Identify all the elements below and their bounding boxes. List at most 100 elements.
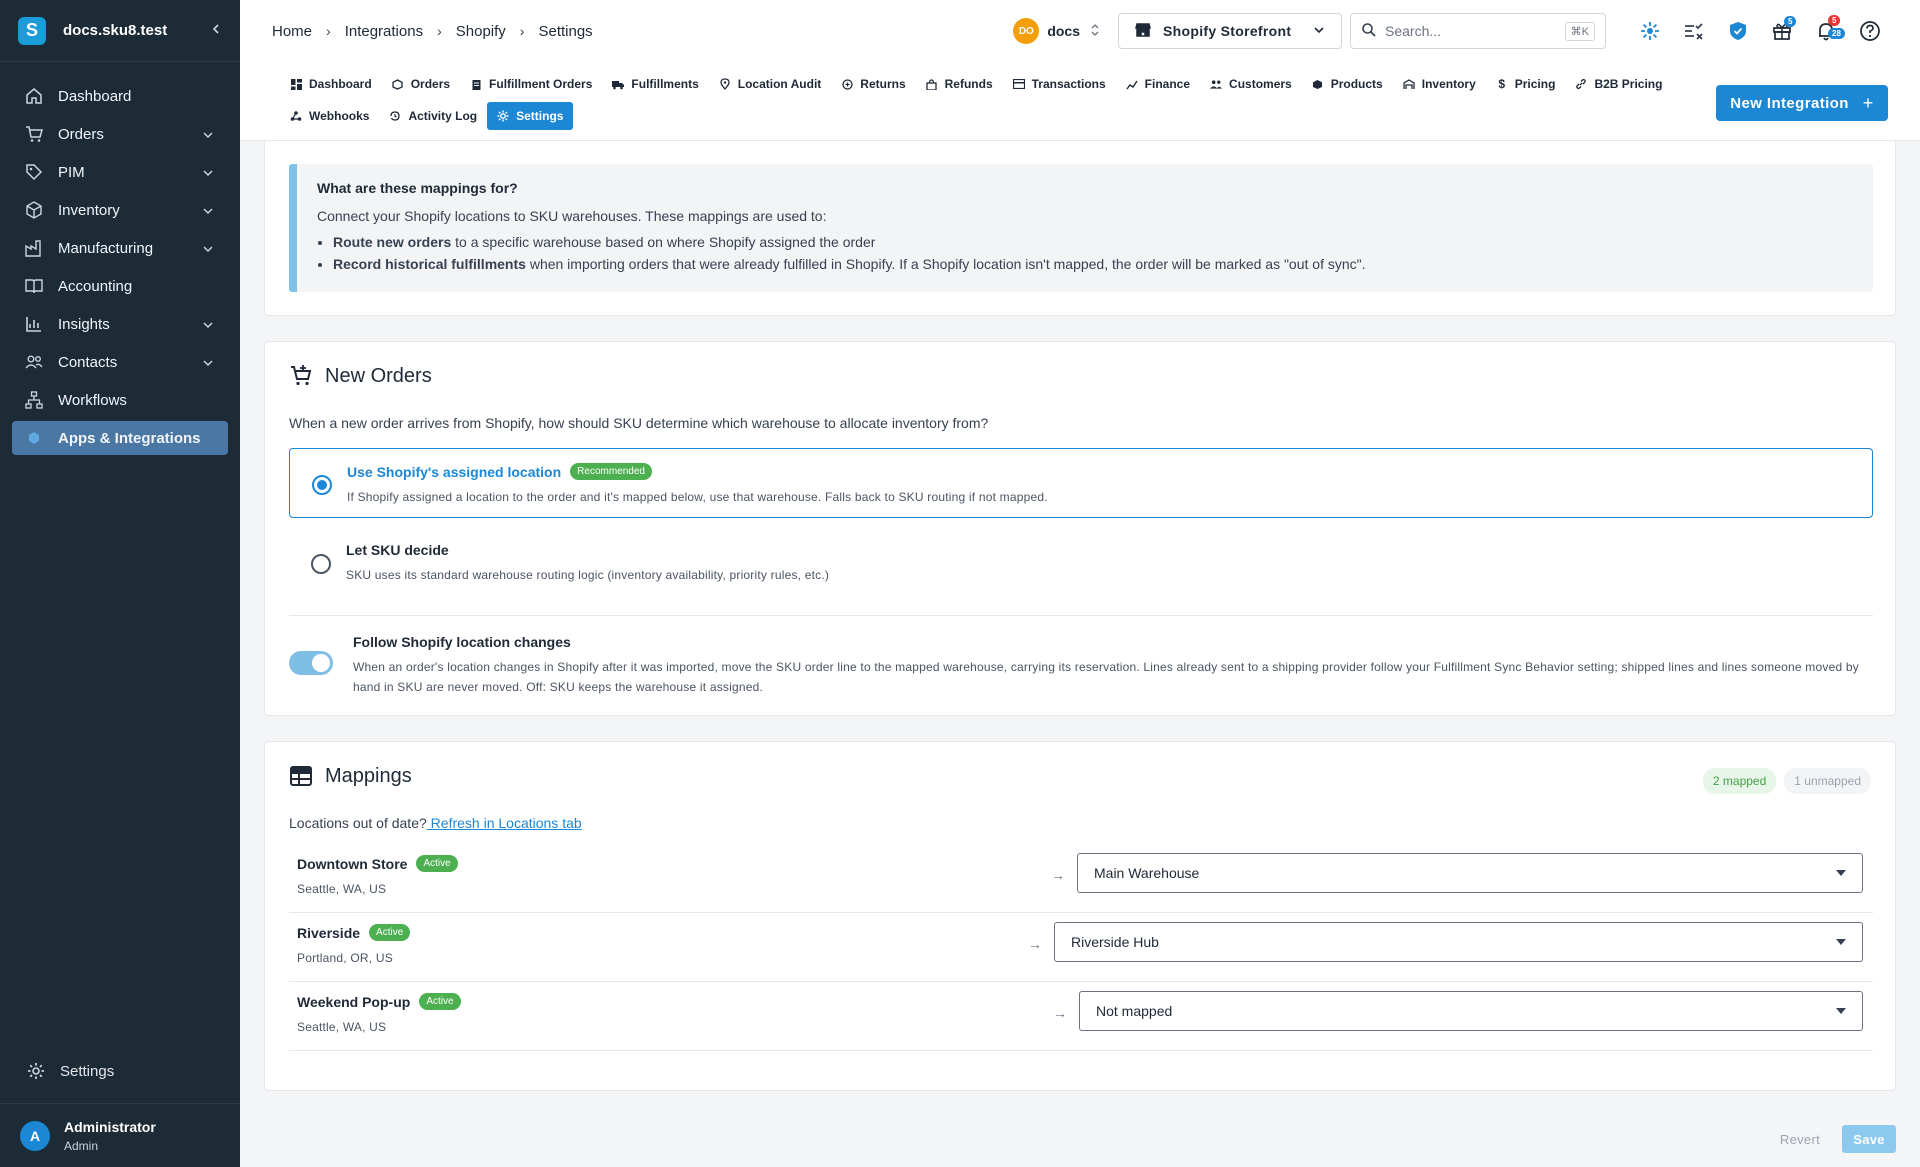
tab-label: Settings [516, 109, 564, 123]
new-orders-heading: New Orders [289, 364, 432, 388]
sidebar-item-insights[interactable]: Insights [12, 307, 228, 341]
tab-returns[interactable]: Returns [831, 70, 915, 98]
tab-webhooks[interactable]: Webhooks [280, 102, 379, 130]
breadcrumb-home[interactable]: Home [272, 23, 312, 40]
chevron-right-icon: › [519, 23, 525, 39]
tab-orders[interactable]: Orders [382, 70, 460, 98]
tab-settings[interactable]: Settings [487, 102, 574, 130]
refresh-locations-link[interactable]: Refresh in Locations tab [427, 815, 582, 831]
bell-icon[interactable]: 5 28 [1808, 13, 1845, 49]
search-input[interactable]: Search... ⌘K [1350, 13, 1606, 49]
status-badge: Active [419, 993, 461, 1010]
radio-unselected[interactable] [311, 554, 331, 574]
workflow-icon [24, 390, 44, 410]
breadcrumb-shopify[interactable]: Shopify [456, 23, 506, 40]
sparkle-icon[interactable] [1632, 13, 1668, 49]
sidebar-item-dashboard[interactable]: Dashboard [12, 79, 228, 113]
help-icon[interactable] [1852, 13, 1888, 49]
breadcrumb-integrations[interactable]: Integrations [345, 23, 423, 40]
warehouse-select[interactable]: Not mapped [1079, 991, 1863, 1031]
storefront-icon [1135, 22, 1151, 41]
gift-icon[interactable]: 5 [1764, 13, 1800, 49]
warehouse-select[interactable]: Riverside Hub [1054, 922, 1863, 962]
sidebar-settings[interactable]: Settings [0, 1053, 240, 1089]
tab-finance[interactable]: Finance [1116, 70, 1200, 98]
new-orders-title: New Orders [325, 364, 432, 387]
tab-inventory[interactable]: Inventory [1393, 70, 1486, 98]
sidebar-item-manufacturing[interactable]: Manufacturing [12, 231, 228, 265]
hexagon-icon [24, 428, 44, 448]
mapping-row: Downtown Store Active Seattle, WA, US → … [289, 845, 1873, 913]
people-icon [24, 352, 44, 372]
sidebar-item-label: PIM [58, 163, 85, 181]
radio-selected[interactable] [312, 475, 332, 495]
chevron-right-icon: › [437, 23, 442, 39]
app-logo[interactable]: S [18, 16, 46, 45]
tab-b2b-pricing[interactable]: B2B Pricing [1565, 70, 1672, 98]
notification-badge-blue: 28 [1828, 28, 1845, 39]
trend-icon [1126, 78, 1138, 90]
sidebar-item-label: Workflows [58, 391, 127, 409]
home-icon [24, 86, 44, 106]
tasks-icon[interactable] [1676, 13, 1712, 49]
tab-label: Orders [410, 77, 451, 91]
revert-button[interactable]: Revert [1780, 1132, 1820, 1147]
gear-icon [26, 1061, 46, 1081]
tab-dashboard[interactable]: Dashboard [280, 70, 382, 98]
credit-card-icon [1012, 78, 1025, 90]
sidebar-item-orders[interactable]: Orders [12, 117, 228, 151]
org-switcher[interactable]: DO docs [1013, 18, 1100, 44]
option-title: Use Shopify's assigned location Recommen… [347, 463, 1850, 480]
sidebar-item-label: Apps & Integrations [58, 429, 201, 447]
location-name-text: Riverside [297, 924, 361, 941]
tab-label: Inventory [1421, 77, 1476, 91]
store-selector[interactable]: Shopify Storefront [1118, 13, 1342, 49]
option-shopify-location[interactable]: Use Shopify's assigned location Recommen… [289, 448, 1873, 518]
new-integration-button[interactable]: New Integration + [1716, 85, 1888, 121]
returns-icon [841, 78, 853, 90]
unmapped-count-badge: 1 unmapped [1784, 768, 1871, 794]
tab-location-audit[interactable]: Location Audit [709, 70, 832, 98]
location-address: Portland, OR, US [297, 951, 393, 965]
search-placeholder: Search... [1385, 23, 1442, 39]
chevron-down-icon [202, 356, 214, 368]
table-icon [289, 764, 313, 788]
follow-location-toggle[interactable] [289, 651, 333, 675]
location-name: Riverside Active [297, 924, 411, 941]
user-profile[interactable]: A Administrator Admin [0, 1103, 240, 1167]
new-integration-label: New Integration [1730, 94, 1849, 112]
info-bullet-1: Route new orders to a specific warehouse… [333, 234, 1853, 250]
cart-add-icon [289, 364, 313, 388]
location-mapping-card: What are these mappings for? Connect you… [264, 141, 1896, 316]
tab-transactions[interactable]: Transactions [1003, 70, 1116, 98]
tab-activity-log[interactable]: Activity Log [379, 102, 487, 130]
sidebar-item-workflows[interactable]: Workflows [12, 383, 228, 417]
tab-customers[interactable]: Customers [1200, 70, 1302, 98]
sidebar-item-pim[interactable]: PIM [12, 155, 228, 189]
cart-icon [24, 124, 44, 144]
sidebar-item-contacts[interactable]: Contacts [12, 345, 228, 379]
chevron-down-icon [202, 242, 214, 254]
tab-label: Finance [1144, 77, 1191, 91]
sidebar-item-apps-integrations[interactable]: Apps & Integrations [12, 421, 228, 455]
warehouse-select-value: Riverside Hub [1071, 934, 1159, 950]
warehouse-select[interactable]: Main Warehouse [1077, 853, 1863, 893]
tab-label: Fulfillments [631, 77, 699, 91]
tab-pricing[interactable]: $ Pricing [1486, 70, 1566, 98]
sidebar-item-inventory[interactable]: Inventory [12, 193, 228, 227]
shield-icon[interactable] [1720, 13, 1756, 49]
search-shortcut: ⌘K [1564, 21, 1595, 41]
collapse-sidebar-icon[interactable] [210, 22, 222, 40]
dropdown-caret-icon [1836, 1008, 1846, 1014]
refresh-prefix: Locations out of date? [289, 815, 427, 831]
tab-label: Location Audit [737, 77, 822, 91]
tab-refunds[interactable]: Refunds [916, 70, 1003, 98]
tab-fulfillments[interactable]: Fulfillments [602, 70, 708, 98]
sidebar-item-accounting[interactable]: Accounting [12, 269, 228, 303]
unfold-icon [1090, 23, 1100, 40]
save-button[interactable]: Save [1842, 1125, 1896, 1153]
option-let-sku-decide[interactable]: Let SKU decide SKU uses its standard war… [289, 528, 1873, 598]
tab-fulfillment-orders[interactable]: Fulfillment Orders [460, 70, 602, 98]
tab-products[interactable]: Products [1302, 70, 1393, 98]
arrow-right-icon: → [1051, 867, 1065, 883]
